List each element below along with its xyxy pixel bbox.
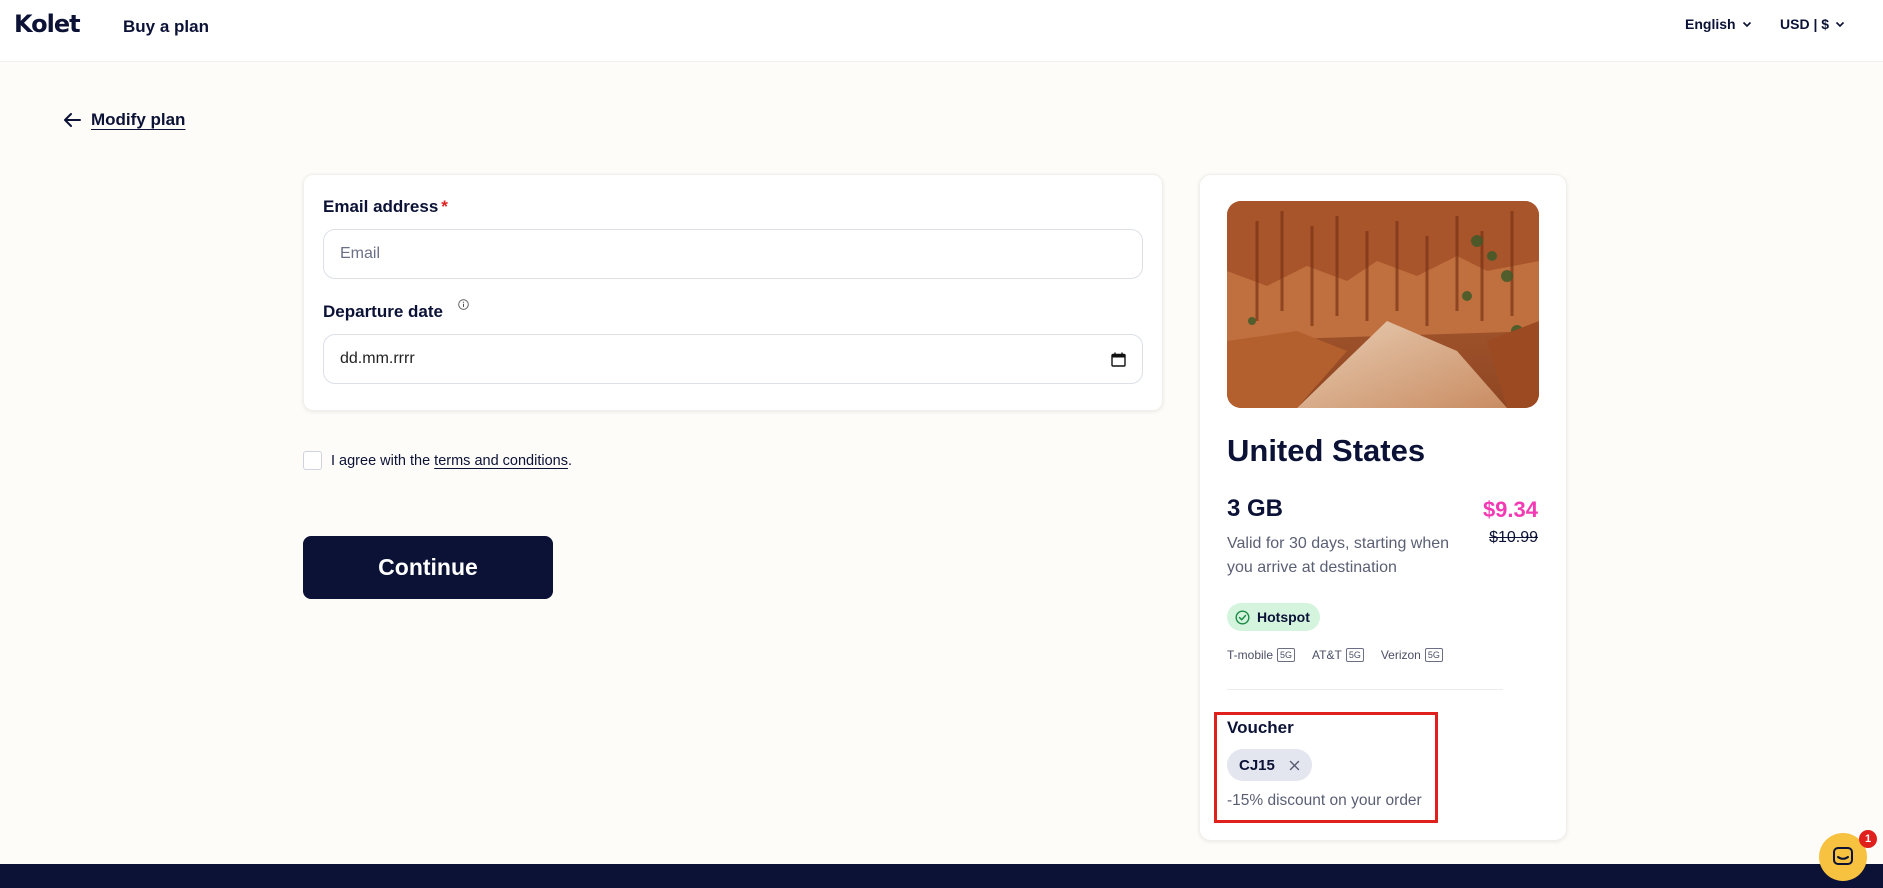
page-footer <box>0 864 1883 888</box>
plan-validity: Valid for 30 days, starting when you arr… <box>1227 535 1450 576</box>
chat-icon <box>1833 847 1853 865</box>
departure-date-field[interactable]: dd.mm.rrrr <box>323 334 1143 384</box>
chevron-down-icon <box>1742 21 1751 28</box>
carrier-item: Verizon 5G <box>1381 648 1443 662</box>
calendar-icon[interactable] <box>1111 352 1126 367</box>
hotspot-label: Hotspot <box>1257 609 1310 625</box>
arrow-left-icon <box>64 113 81 127</box>
network-badge: 5G <box>1424 648 1443 662</box>
plan-old-price: $10.99 <box>1489 529 1538 546</box>
carrier-item: AT&T 5G <box>1312 648 1364 662</box>
modify-plan-link[interactable]: Modify plan <box>63 110 185 130</box>
required-mark: * <box>441 197 448 216</box>
info-icon[interactable] <box>458 299 469 310</box>
plan-country: United States <box>1227 433 1426 468</box>
voucher-code: CJ15 <box>1239 756 1275 774</box>
modify-plan-label: Modify plan <box>91 110 186 129</box>
email-placeholder: Email <box>340 245 381 262</box>
email-label-text: Email address <box>323 197 439 216</box>
plan-data-amount: 3 GB <box>1227 495 1284 522</box>
kolet-logo[interactable]: Kolet <box>14 10 81 38</box>
plan-price: $9.34 <box>1482 497 1538 522</box>
voucher-chip: CJ15 <box>1227 749 1312 781</box>
check-circle-icon <box>1235 609 1250 625</box>
chevron-down-icon <box>1835 21 1845 28</box>
plan-summary-card: United States 3 GB $9.34 $10.99 Valid fo… <box>1199 174 1567 841</box>
voucher-discount-note: -15% discount on your order <box>1227 792 1422 809</box>
carrier-name: Verizon <box>1380 648 1421 662</box>
email-label: Email address * <box>323 197 448 217</box>
language-label: English <box>1685 16 1736 32</box>
top-header: Kolet Buy a plan English USD | $ <box>0 0 1883 62</box>
voucher-title: Voucher <box>1227 718 1294 737</box>
carrier-name: T-mobile <box>1227 648 1274 662</box>
currency-selector[interactable]: USD | $ <box>1780 16 1845 32</box>
buy-plan-link[interactable]: Buy a plan <box>123 17 209 37</box>
carrier-name: AT&T <box>1312 648 1342 662</box>
email-field[interactable]: Email <box>323 229 1143 279</box>
hotspot-badge: Hotspot <box>1227 603 1320 631</box>
terms-prefix: I agree with the <box>331 452 435 469</box>
departure-date-label: Departure date <box>323 302 443 321</box>
currency-label: USD | $ <box>1780 16 1830 32</box>
network-badge: 5G <box>1345 648 1364 662</box>
carrier-item: T-mobile 5G <box>1227 648 1296 662</box>
language-selector[interactable]: English <box>1685 16 1752 32</box>
network-badge: 5G <box>1277 648 1296 662</box>
chat-notification-badge: 1 <box>1859 830 1877 848</box>
carrier-list: T-mobile 5G AT&T 5G Verizon 5G <box>1227 648 1443 662</box>
terms-checkbox[interactable] <box>303 451 322 470</box>
divider <box>1227 689 1503 690</box>
terms-suffix: . <box>567 452 572 469</box>
close-icon[interactable] <box>1289 760 1300 771</box>
terms-agreement-row: I agree with the terms and conditions. <box>303 451 572 470</box>
departure-date-value: dd.mm.rrrr <box>340 350 415 367</box>
checkout-form-card: Email address * Email Departure date dd.m… <box>303 174 1163 411</box>
terms-text: I agree with the terms and conditions. <box>331 453 572 469</box>
terms-link[interactable]: terms and conditions <box>434 453 568 469</box>
continue-button[interactable]: Continue <box>303 536 553 599</box>
destination-photo <box>1227 201 1539 408</box>
